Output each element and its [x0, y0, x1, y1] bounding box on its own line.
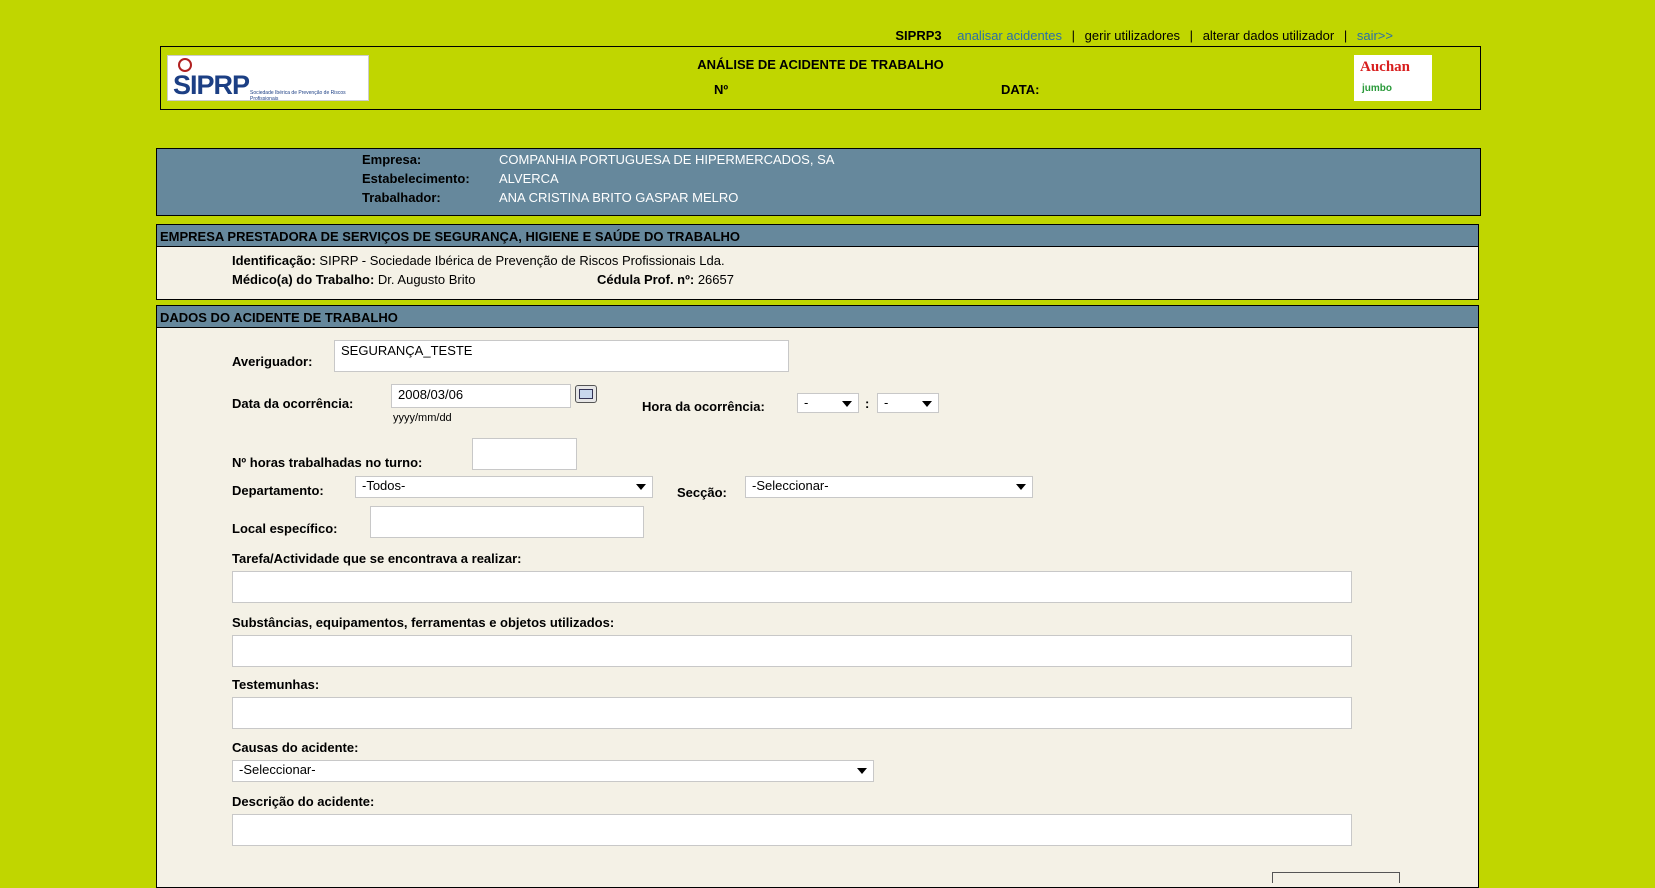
submit-button[interactable] [1272, 872, 1400, 883]
cedula-label: Cédula Prof. nº: [597, 272, 695, 287]
nav-separator: | [1343, 28, 1348, 43]
estabelecimento-value: ALVERCA [499, 171, 559, 186]
logo-subtitle: Sociedade Ibérica de Prevenção de Riscos… [250, 90, 346, 102]
client-logo-bottom: jumbo [1362, 83, 1392, 94]
chevron-down-icon [922, 401, 932, 407]
chevron-down-icon [1016, 484, 1026, 490]
minuto-select-value: - [884, 395, 889, 410]
logo-text: SIPRP [173, 70, 250, 100]
data-ocorrencia-field[interactable]: 2008/03/06 [391, 384, 571, 408]
prestadora-panel: Identificação: SIPRP - Sociedade Ibérica… [156, 247, 1479, 300]
nav-gerir-utilizadores[interactable]: gerir utilizadores [1085, 28, 1180, 43]
departamento-label: Departamento: [232, 483, 324, 498]
acidente-section-title: DADOS DO ACIDENTE DE TRABALHO [156, 305, 1479, 328]
seccao-label: Secção: [677, 485, 727, 500]
identificacao-row: Identificação: SIPRP - Sociedade Ibérica… [232, 253, 725, 268]
app-name: SIPRP3 [895, 28, 942, 43]
departamento-select-value: -Todos- [362, 478, 406, 493]
horas-turno-field[interactable] [472, 438, 577, 470]
date-label: DATA: [1001, 82, 1040, 97]
estabelecimento-label: Estabelecimento: [362, 171, 470, 186]
hora-separator: : [865, 396, 870, 411]
estabelecimento-row: Estabelecimento: ALVERCA [362, 171, 559, 186]
nav-separator: | [1189, 28, 1194, 43]
empresa-row: Empresa: COMPANHIA PORTUGUESA DE HIPERMER… [362, 152, 834, 167]
seccao-select[interactable]: -Seleccionar- [745, 476, 1033, 498]
causas-select-value: -Seleccionar- [239, 762, 316, 777]
trabalhador-label: Trabalhador: [362, 190, 441, 205]
causas-select[interactable]: -Seleccionar- [232, 760, 874, 782]
top-nav: SIPRP3 analisar acidentes | gerir utiliz… [895, 28, 1393, 43]
empresa-value: COMPANHIA PORTUGUESA DE HIPERMERCADOS, S… [499, 152, 835, 167]
company-info-box: Empresa: COMPANHIA PORTUGUESA DE HIPERMER… [156, 148, 1481, 216]
local-field[interactable] [370, 506, 644, 538]
hora-select-value: - [804, 395, 809, 410]
substancias-field[interactable] [232, 635, 1352, 667]
testemunhas-label: Testemunhas: [232, 677, 320, 692]
calendar-icon [579, 389, 593, 399]
calendar-button[interactable] [575, 385, 597, 403]
medico-value: Dr. Augusto Brito [377, 272, 476, 287]
identificacao-value: SIPRP - Sociedade Ibérica de Prevenção d… [319, 253, 725, 268]
minuto-select[interactable]: - [877, 393, 939, 413]
averiguador-label: Averiguador: [232, 354, 313, 369]
horas-turno-label: Nº horas trabalhadas no turno: [232, 455, 423, 470]
number-label: Nº [714, 82, 729, 97]
empresa-label: Empresa: [362, 152, 422, 167]
departamento-select[interactable]: -Todos- [355, 476, 653, 498]
data-ocorrencia-label: Data da ocorrência: [232, 396, 354, 411]
nav-analisar-acidentes[interactable]: analisar acidentes [957, 28, 1062, 43]
medico-label: Médico(a) do Trabalho: [232, 272, 375, 287]
descricao-field[interactable] [232, 814, 1352, 846]
medico-row: Médico(a) do Trabalho: Dr. Augusto Brito [232, 272, 475, 287]
causas-label: Causas do acidente: [232, 740, 359, 755]
page-header: SIPRP Sociedade Ibérica de Prevenção de … [160, 46, 1481, 110]
tarefa-field[interactable] [232, 571, 1352, 603]
tarefa-label: Tarefa/Actividade que se encontrava a re… [232, 551, 522, 566]
cedula-row: Cédula Prof. nº: 26657 [597, 272, 734, 287]
chevron-down-icon [857, 768, 867, 774]
hora-select[interactable]: - [797, 393, 859, 413]
seccao-select-value: -Seleccionar- [752, 478, 829, 493]
trabalhador-row: Trabalhador: ANA CRISTINA BRITO GASPAR ME… [362, 190, 738, 205]
chevron-down-icon [842, 401, 852, 407]
descricao-label: Descrição do acidente: [232, 794, 375, 809]
nav-sair[interactable]: sair>> [1357, 28, 1393, 43]
hora-ocorrencia-label: Hora da ocorrência: [642, 399, 765, 414]
page-title: ANÁLISE DE ACIDENTE DE TRABALHO [697, 57, 944, 72]
nav-alterar-dados[interactable]: alterar dados utilizador [1203, 28, 1335, 43]
nav-separator: | [1071, 28, 1076, 43]
substancias-label: Substâncias, equipamentos, ferramentas e… [232, 615, 615, 630]
client-logo-top: Auchan [1360, 59, 1411, 75]
testemunhas-field[interactable] [232, 697, 1352, 729]
trabalhador-value: ANA CRISTINA BRITO GASPAR MELRO [499, 190, 739, 205]
acidente-panel: Averiguador: SEGURANÇA_TESTE Data da oco… [156, 328, 1479, 888]
prestadora-section-title: EMPRESA PRESTADORA DE SERVIÇOS DE SEGURA… [156, 224, 1479, 247]
date-format-hint: yyyy/mm/dd [393, 412, 452, 424]
client-logo: Auchan jumbo [1354, 55, 1432, 101]
local-label: Local específico: [232, 521, 338, 536]
cedula-value: 26657 [697, 272, 734, 287]
averiguador-field[interactable]: SEGURANÇA_TESTE [334, 340, 789, 372]
identificacao-label: Identificação: [232, 253, 316, 268]
chevron-down-icon [636, 484, 646, 490]
